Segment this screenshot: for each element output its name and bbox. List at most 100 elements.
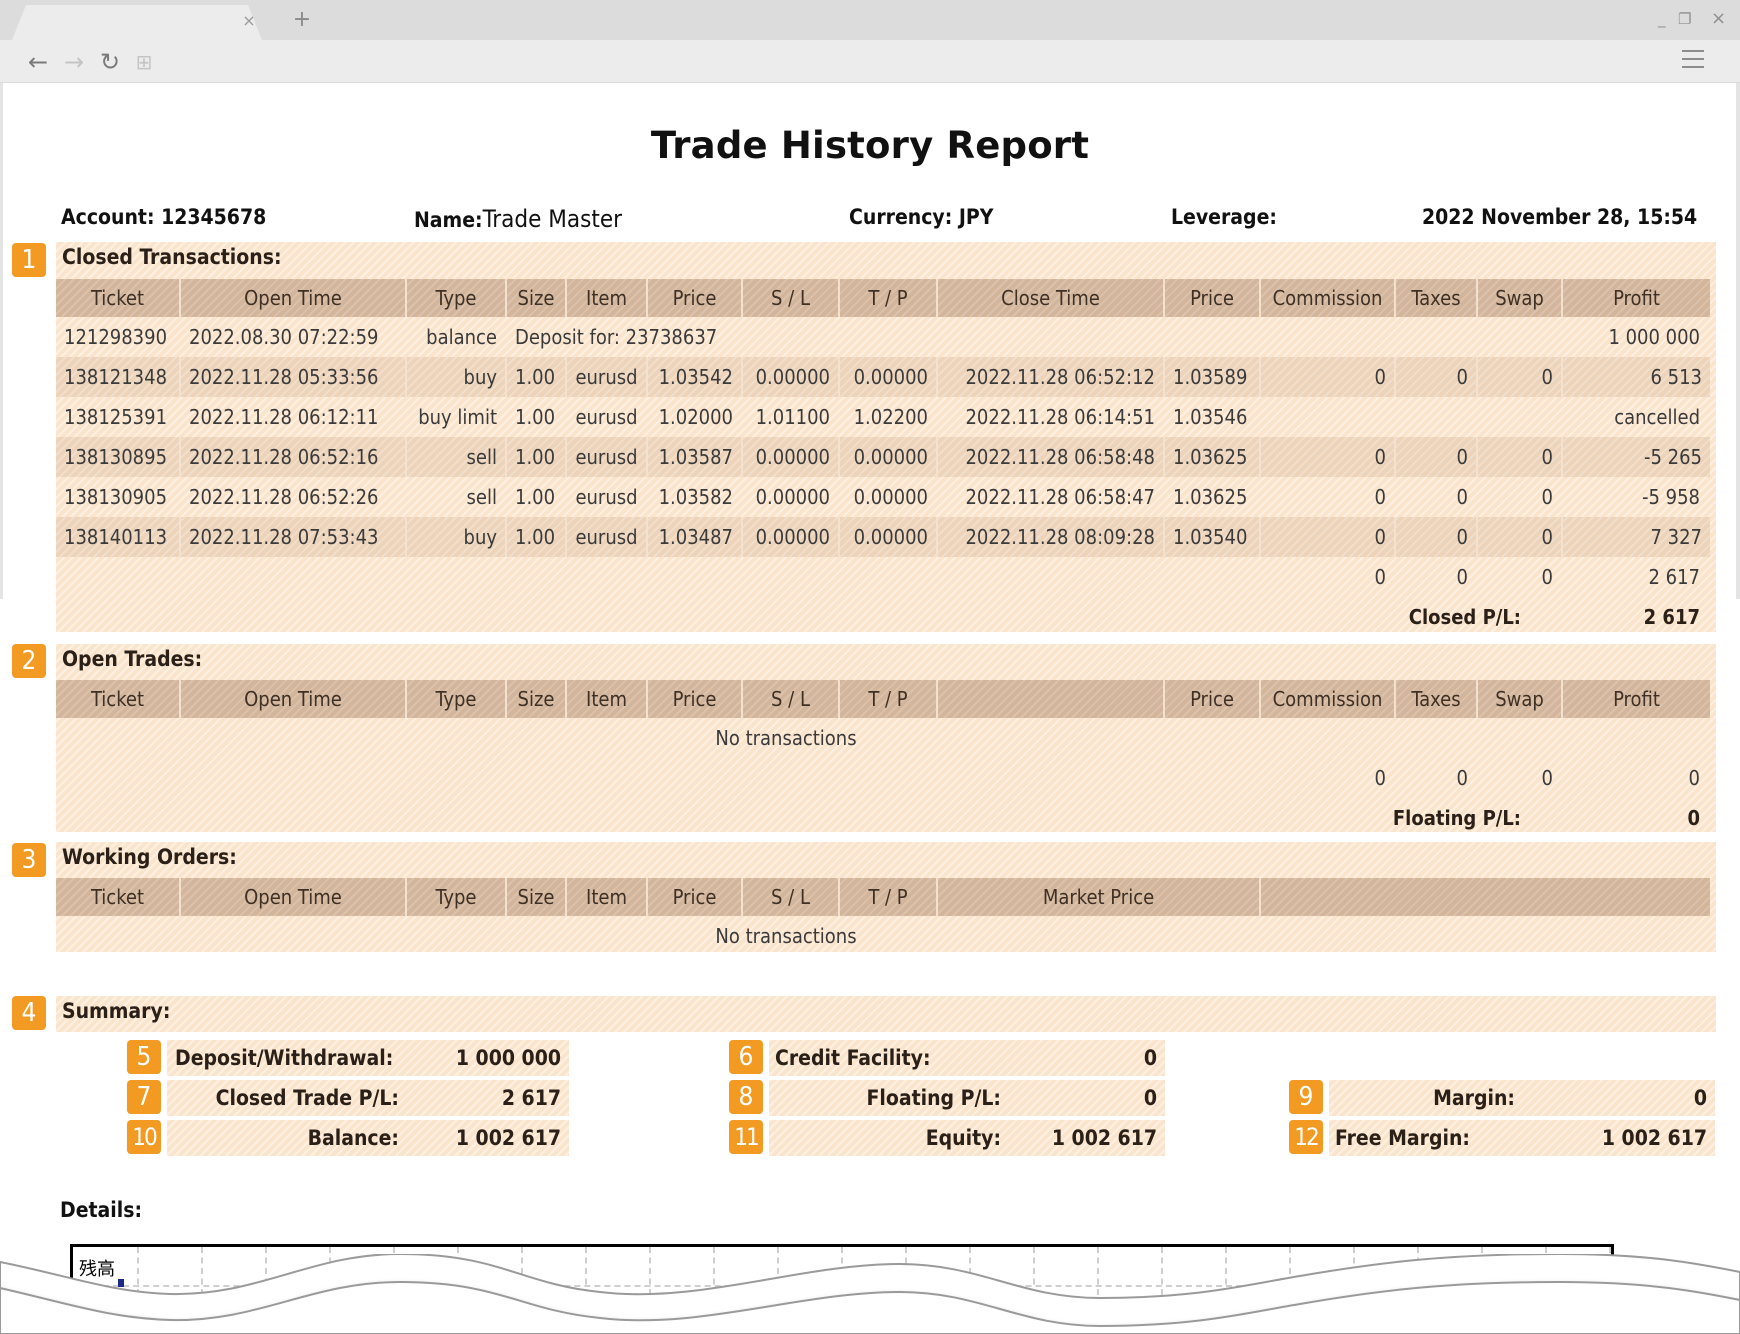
browser-toolbar: ← → ↻ ⊞ — [0, 40, 1740, 83]
col-header[interactable]: Price — [648, 680, 743, 718]
type-cell: buy — [407, 517, 507, 557]
name-info: Name:Trade Master — [414, 205, 622, 233]
col-header[interactable]: T / P — [840, 878, 938, 916]
summary-closed-trade-pl: Closed Trade P/L: 2 617 — [167, 1080, 569, 1116]
col-header[interactable]: S / L — [743, 279, 840, 317]
commission-cell: 0 — [1261, 357, 1396, 397]
account-label: Account: — [61, 205, 155, 229]
summary-label: Credit Facility: — [775, 1046, 931, 1070]
tab-close-icon[interactable]: × — [240, 12, 258, 30]
col-header[interactable]: Type — [407, 680, 507, 718]
no-transactions-text: No transactions — [715, 726, 857, 750]
col-header[interactable]: Open Time — [181, 878, 407, 916]
col-header[interactable]: Size — [507, 878, 567, 916]
col-header[interactable]: Item — [567, 279, 648, 317]
size-cell: 1.00 — [507, 357, 567, 397]
col-header[interactable]: Type — [407, 878, 507, 916]
menu-icon[interactable] — [1682, 50, 1704, 72]
working-orders-section: Working Orders: Ticket Open Time Type Si… — [56, 842, 1716, 952]
col-header[interactable]: Market Price — [938, 878, 1261, 916]
commission-cell: 0 — [1374, 485, 1386, 509]
col-header[interactable]: Open Time — [181, 279, 407, 317]
section-title: Working Orders: — [62, 845, 237, 869]
size-cell: 1.00 — [507, 437, 567, 477]
col-header[interactable]: Ticket — [56, 279, 181, 317]
col-header[interactable]: T / P — [840, 279, 938, 317]
open-time-cell: 2022.11.28 05:33:56 — [181, 357, 407, 397]
total-profit: 2 617 — [1648, 565, 1701, 589]
size-cell: 1.00 — [515, 485, 556, 509]
col-header[interactable]: Ticket — [56, 878, 181, 916]
section-badge-3: 3 — [12, 843, 46, 877]
new-tab-icon[interactable]: + — [292, 9, 312, 31]
table-header-row: Ticket Open Time Type Size Item Price S … — [56, 680, 1710, 718]
swap-cell — [1478, 397, 1563, 437]
tp-cell: 0.00000 — [840, 437, 938, 477]
table-row: 138121348 2022.11.28 05:33:56 buy 1.00 e… — [56, 357, 1710, 397]
tp-cell: 1.02200 — [853, 405, 928, 429]
size-cell: 1.00 — [507, 517, 567, 557]
taxes-cell — [1396, 397, 1478, 437]
summary-value: 0 — [1143, 1046, 1157, 1070]
col-header[interactable]: T / P — [840, 680, 938, 718]
col-header[interactable]: Ticket — [56, 680, 181, 718]
profit-cell: -5 958 — [1642, 485, 1700, 509]
open-trades-section: Open Trades: Ticket Open Time Type Size … — [56, 644, 1716, 832]
summary-section: Summary: — [56, 996, 1716, 1032]
section-title: Summary: — [62, 999, 171, 1023]
col-header[interactable]: Price — [1165, 279, 1261, 317]
table-header-row: Ticket Open Time Type Size Item Price S … — [56, 878, 1710, 916]
leverage-label: Leverage: — [1171, 205, 1277, 229]
details-title: Details: — [60, 1198, 143, 1222]
col-header[interactable]: Price — [648, 878, 743, 916]
table-row: 121298390 2022.08.30 07:22:59 balance De… — [56, 317, 1710, 357]
col-header[interactable]: Size — [507, 680, 567, 718]
section-title: Open Trades: — [62, 647, 203, 671]
sl-cell: 0.00000 — [743, 517, 840, 557]
apps-icon[interactable]: ⊞ — [130, 48, 158, 76]
col-header[interactable]: Commission — [1261, 279, 1396, 317]
size-cell: 1.00 — [515, 405, 556, 429]
col-header[interactable]: Swap — [1478, 680, 1563, 718]
col-header[interactable]: Profit — [1563, 680, 1710, 718]
col-header[interactable]: Size — [507, 279, 567, 317]
restore-icon[interactable]: ❐ — [1678, 10, 1691, 28]
summary-badge-9: 9 — [1289, 1080, 1323, 1114]
window-close-icon[interactable]: × — [1711, 8, 1726, 29]
summary-label: Balance: — [307, 1126, 399, 1150]
col-header[interactable]: Close Time — [938, 279, 1165, 317]
leverage-info: Leverage: — [1171, 205, 1277, 229]
col-header[interactable]: S / L — [743, 878, 840, 916]
col-header[interactable]: Swap — [1478, 279, 1563, 317]
col-header[interactable]: S / L — [743, 680, 840, 718]
summary-label: Deposit/Withdrawal: — [175, 1046, 394, 1070]
close-time-cell: 2022.11.28 06:52:12 — [938, 357, 1165, 397]
tab-strip: × + _ ❐ × — [0, 0, 1740, 40]
open-time-cell: 2022.11.28 06:52:16 — [181, 437, 407, 477]
minimize-icon[interactable]: _ — [1658, 10, 1666, 28]
summary-badge-7: 7 — [127, 1080, 161, 1114]
col-header[interactable]: Item — [567, 878, 648, 916]
totals-row: 0 0 0 0 — [56, 758, 1710, 798]
col-header[interactable]: Item — [567, 680, 648, 718]
col-header[interactable]: Price — [1165, 680, 1261, 718]
browser-tab[interactable] — [12, 5, 262, 40]
col-header[interactable]: Profit — [1563, 279, 1710, 317]
col-header[interactable]: Taxes — [1396, 279, 1478, 317]
col-header[interactable]: Type — [407, 279, 507, 317]
name-label: Name: — [414, 208, 483, 232]
type-cell: buy — [407, 357, 507, 397]
close-price-cell: 1.03589 — [1165, 357, 1261, 397]
col-header[interactable]: Open Time — [181, 680, 407, 718]
forward-icon[interactable]: → — [60, 48, 88, 76]
col-header[interactable]: Taxes — [1396, 680, 1478, 718]
summary-badge-8: 8 — [729, 1080, 763, 1114]
back-icon[interactable]: ← — [24, 48, 52, 76]
total-commission: 0 — [1374, 565, 1386, 589]
col-header[interactable]: Price — [648, 279, 743, 317]
col-header[interactable]: Commission — [1261, 680, 1396, 718]
reload-icon[interactable]: ↻ — [96, 48, 124, 76]
total-commission: 0 — [1374, 766, 1386, 790]
taxes-cell: 0 — [1396, 437, 1478, 477]
col-header — [1261, 878, 1710, 916]
